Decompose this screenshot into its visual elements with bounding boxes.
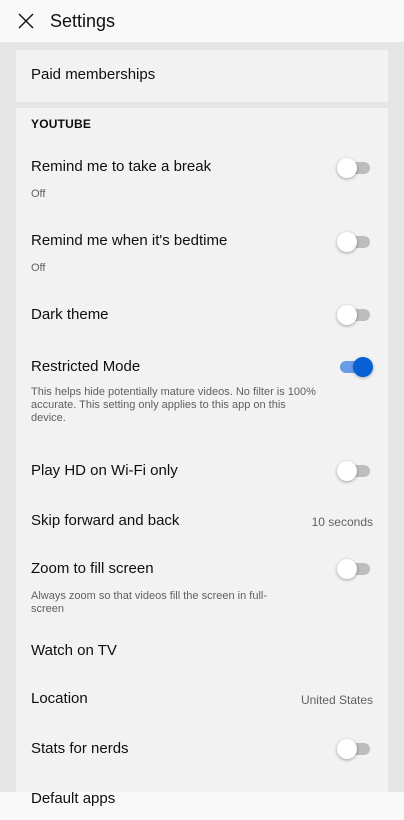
restricted-mode-description: This helps hide potentially mature video… xyxy=(31,386,316,424)
toggle-thumb xyxy=(353,357,373,377)
paid-memberships-label: Paid memberships xyxy=(31,66,156,83)
take-break-row[interactable]: Remind me to take a break Off xyxy=(16,146,388,208)
default-apps-label: Default apps xyxy=(31,790,116,807)
watch-on-tv-row[interactable]: Watch on TV xyxy=(16,630,388,670)
play-hd-row[interactable]: Play HD on Wi-Fi only xyxy=(16,450,388,490)
skip-forward-row[interactable]: Skip forward and back 10 seconds xyxy=(16,500,388,540)
take-break-label: Remind me to take a break xyxy=(31,158,212,175)
play-hd-label: Play HD on Wi-Fi only xyxy=(31,462,178,479)
zoom-fill-toggle[interactable] xyxy=(337,559,373,579)
bedtime-status: Off xyxy=(31,262,46,274)
dark-theme-label: Dark theme xyxy=(31,306,109,323)
restricted-mode-toggle[interactable] xyxy=(337,357,373,377)
toggle-thumb xyxy=(337,461,357,481)
toggle-thumb xyxy=(337,305,357,325)
restricted-mode-label: Restricted Mode xyxy=(31,358,141,375)
close-icon xyxy=(18,13,34,29)
location-value: United States xyxy=(300,693,373,707)
restricted-mode-row[interactable]: Restricted Mode This helps hide potentia… xyxy=(16,346,388,440)
toggle-thumb xyxy=(337,559,357,579)
toggle-thumb xyxy=(337,158,357,178)
close-button[interactable] xyxy=(14,9,38,33)
bedtime-label: Remind me when it's bedtime xyxy=(31,232,228,249)
take-break-toggle[interactable] xyxy=(337,158,373,178)
stats-for-nerds-row[interactable]: Stats for nerds xyxy=(16,728,388,768)
default-apps-row[interactable]: Default apps xyxy=(16,780,388,820)
zoom-fill-row[interactable]: Zoom to fill screen Always zoom so that … xyxy=(16,548,388,620)
paid-memberships-row[interactable]: Paid memberships xyxy=(16,50,388,102)
dark-theme-toggle[interactable] xyxy=(337,305,373,325)
zoom-fill-label: Zoom to fill screen xyxy=(31,560,154,577)
youtube-settings-card: YOUTUBE Remind me to take a break Off Re… xyxy=(16,108,388,807)
location-label: Location xyxy=(31,690,88,707)
play-hd-toggle[interactable] xyxy=(337,461,373,481)
location-row[interactable]: Location United States xyxy=(16,678,388,718)
dark-theme-row[interactable]: Dark theme xyxy=(16,294,388,334)
toggle-thumb xyxy=(337,232,357,252)
bedtime-toggle[interactable] xyxy=(337,232,373,252)
stats-for-nerds-toggle[interactable] xyxy=(337,739,373,759)
skip-forward-value: 10 seconds xyxy=(311,515,373,529)
watch-on-tv-label: Watch on TV xyxy=(31,642,117,659)
section-heading-youtube: YOUTUBE xyxy=(31,117,92,131)
top-bar: Settings xyxy=(0,0,404,42)
zoom-fill-description: Always zoom so that videos fill the scre… xyxy=(31,590,267,615)
stats-for-nerds-label: Stats for nerds xyxy=(31,740,129,757)
page-title: Settings xyxy=(50,10,116,31)
toggle-thumb xyxy=(337,739,357,759)
bedtime-row[interactable]: Remind me when it's bedtime Off xyxy=(16,220,388,282)
skip-forward-label: Skip forward and back xyxy=(31,512,180,529)
settings-panel: Paid memberships YOUTUBE Remind me to ta… xyxy=(0,42,404,807)
take-break-status: Off xyxy=(31,188,46,200)
